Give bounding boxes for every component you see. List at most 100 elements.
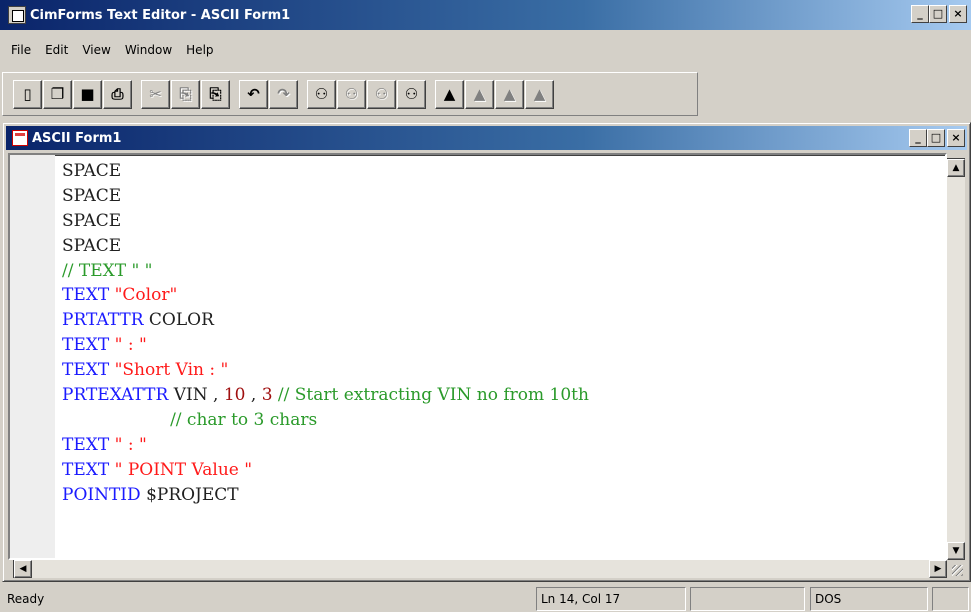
maximize-button[interactable]: □	[929, 5, 947, 23]
code-token: 10	[223, 385, 246, 406]
scroll-down-button[interactable]: ▼	[947, 542, 965, 560]
title-bar: CimForms Text Editor - ASCII Form1 _ □ ×	[0, 0, 971, 30]
undo-button[interactable]: ↶	[239, 79, 268, 109]
code-line[interactable]: SPACE	[62, 159, 589, 184]
document-maximize-button[interactable]: □	[927, 129, 945, 147]
vertical-scrollbar[interactable]: ▲ ▼	[947, 153, 965, 560]
document-window-controls: _ □ ×	[909, 129, 965, 147]
scroll-right-button[interactable]: ▶	[929, 560, 947, 578]
code-token: SPACE	[62, 161, 122, 181]
copy-button[interactable]: ⎘	[171, 79, 200, 109]
minimize-button[interactable]: _	[911, 5, 929, 23]
code-line[interactable]: TEXT " : "	[62, 433, 589, 458]
paste-icon: ⎘	[209, 85, 222, 103]
code-token: TEXT	[62, 360, 115, 381]
code-line[interactable]: PRTATTR COLOR	[62, 308, 589, 333]
cut-button[interactable]: ✂	[141, 79, 170, 109]
code-line[interactable]: POINTID $PROJECT	[62, 483, 589, 508]
code-token: TEXT	[62, 434, 115, 455]
find-previous-icon: ⚇	[374, 85, 389, 103]
code-line[interactable]: PRTEXATTR VIN , 10 , 3 // Start extracti…	[62, 383, 589, 408]
code-token: " : "	[114, 335, 147, 356]
status-message: Ready	[7, 592, 45, 606]
document-minimize-button[interactable]: _	[909, 129, 927, 147]
clear-bookmarks-icon: ▲	[533, 85, 546, 103]
code-token: "Short Vin : "	[114, 360, 229, 381]
status-pane-empty	[690, 587, 805, 611]
scroll-up-button[interactable]: ▲	[947, 159, 965, 177]
text-editor[interactable]: SPACE SPACE SPACE SPACE// TEXT " " TEXT "Col…	[8, 153, 947, 560]
previous-bookmark-button[interactable]: ▲	[495, 79, 524, 109]
code-area[interactable]: SPACE SPACE SPACE SPACE// TEXT " " TEXT "Col…	[62, 159, 589, 507]
code-token: " POINT Value "	[114, 459, 253, 480]
arrow-up-icon: ▲	[952, 163, 960, 173]
find-icon: ⚇	[314, 85, 329, 103]
print-icon: ⎙	[111, 85, 124, 103]
find-previous-button[interactable]: ⚇	[367, 79, 396, 109]
cursor-position: Ln 14, Col 17	[536, 587, 686, 611]
menu-file[interactable]: File	[4, 41, 38, 59]
code-line[interactable]: TEXT "Color"	[62, 283, 589, 308]
code-line[interactable]: TEXT "Short Vin : "	[62, 358, 589, 383]
editor-gutter[interactable]	[10, 155, 55, 558]
code-token: POINTID	[62, 484, 147, 505]
code-line[interactable]: // TEXT " "	[62, 259, 589, 284]
menu-view[interactable]: View	[75, 41, 117, 59]
code-line[interactable]: TEXT " POINT Value "	[62, 458, 589, 483]
code-token: // TEXT " "	[62, 260, 153, 281]
code-line[interactable]: TEXT " : "	[62, 333, 589, 358]
find-button[interactable]: ⚇	[307, 79, 336, 109]
next-bookmark-button[interactable]: ▲	[465, 79, 494, 109]
code-token: VIN ,	[173, 385, 224, 406]
close-button[interactable]: ×	[949, 5, 967, 23]
print-button[interactable]: ⎙	[103, 79, 132, 109]
menu-edit[interactable]: Edit	[38, 41, 75, 59]
code-token: $PROJECT	[146, 484, 239, 505]
code-line[interactable]: SPACE	[62, 234, 589, 259]
code-token: "Color"	[114, 285, 178, 306]
code-token: PRTEXATTR	[62, 385, 174, 406]
new-button[interactable]: ▯	[13, 79, 42, 109]
window-title: CimForms Text Editor - ASCII Form1	[30, 7, 291, 23]
cut-icon: ✂	[149, 85, 162, 103]
find-next-button[interactable]: ⚇	[337, 79, 366, 109]
code-line[interactable]: SPACE	[62, 209, 589, 234]
code-token: ,	[245, 385, 262, 406]
document-title-bar: ASCII Form1 _ □ ×	[6, 126, 967, 150]
code-token: TEXT	[62, 335, 115, 356]
code-token: 3	[261, 385, 273, 406]
paste-button[interactable]: ⎘	[201, 79, 230, 109]
arrow-down-icon: ▼	[952, 546, 960, 556]
resize-grip-icon[interactable]	[947, 560, 965, 578]
code-token: SPACE	[62, 185, 122, 206]
app-icon[interactable]	[8, 6, 26, 24]
code-line[interactable]: SPACE	[62, 184, 589, 209]
find-next-icon: ⚇	[344, 85, 359, 103]
toggle-bookmark-icon: ▲	[443, 85, 456, 103]
toolbar: ▯ ❐ ■ ⎙ ✂ ⎘ ⎘ ↶ ↷ ⚇ ⚇ ⚇ ⚇ ▲ ▲ ▲ ▲	[2, 72, 698, 116]
redo-button[interactable]: ↷	[269, 79, 298, 109]
document-title: ASCII Form1	[32, 130, 122, 146]
menu-help[interactable]: Help	[179, 41, 220, 59]
document-close-button[interactable]: ×	[947, 129, 965, 147]
open-icon: ❐	[50, 85, 65, 103]
next-bookmark-icon: ▲	[473, 85, 486, 103]
status-grip-pane	[932, 587, 969, 611]
replace-button[interactable]: ⚇	[397, 79, 426, 109]
line-ending-indicator: DOS	[810, 587, 928, 611]
new-icon: ▯	[23, 85, 32, 103]
save-button[interactable]: ■	[73, 79, 102, 109]
clear-bookmarks-button[interactable]: ▲	[525, 79, 554, 109]
code-token: TEXT	[62, 459, 115, 480]
redo-icon: ↷	[277, 85, 290, 103]
document-icon[interactable]	[12, 130, 28, 146]
horizontal-scrollbar[interactable]: ◀ ▶	[8, 560, 947, 578]
arrow-right-icon: ▶	[934, 564, 942, 574]
code-token: TEXT	[62, 285, 115, 306]
code-line[interactable]: // char to 3 chars	[62, 408, 589, 433]
menu-bar: File Edit View Window Help	[0, 30, 971, 70]
open-button[interactable]: ❐	[43, 79, 72, 109]
menu-window[interactable]: Window	[118, 41, 179, 59]
toggle-bookmark-button[interactable]: ▲	[435, 79, 464, 109]
scroll-left-button[interactable]: ◀	[14, 560, 32, 578]
